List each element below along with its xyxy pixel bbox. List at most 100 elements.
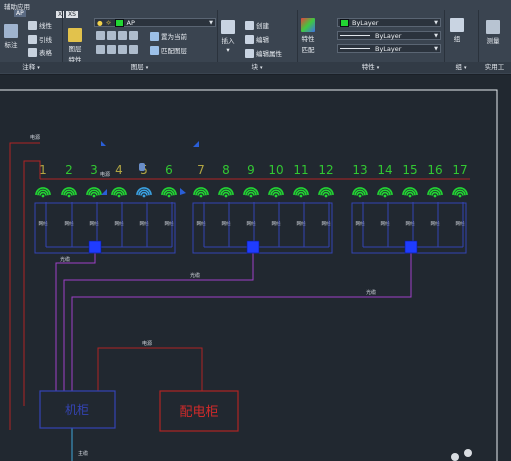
annotation-panel-label[interactable]: 注释 ▾ [0,62,63,73]
insert-button[interactable]: 插入 ▾ [221,20,235,54]
linetype-dropdown[interactable]: ByLayer ▼ [337,31,441,40]
ap-number: 1 [39,163,47,177]
wifi-icon[interactable] [67,194,71,198]
wifi-icon[interactable] [92,194,96,198]
power-label-bus: 电源 [100,171,110,178]
network-drop-label: 网线 [272,220,281,227]
direction-marker [101,189,107,195]
wifi-icon[interactable] [167,194,171,198]
network-cable-2 [63,247,254,391]
chevron-down-icon: ▼ [434,46,438,52]
network-drop-label: 网线 [140,220,149,227]
wifi-icon[interactable] [324,194,328,198]
button-label: 匹配 [301,46,315,54]
network-drop-label: 网线 [90,220,99,227]
linetype-value: ByLayer [375,31,402,40]
network-drop-label: 网线 [65,220,74,227]
table-button[interactable]: 表格 [28,47,52,57]
wifi-icon[interactable] [41,194,45,198]
wifi-icon[interactable] [249,194,253,198]
match-layer-button[interactable]: 匹配图层 [150,45,187,55]
button-label: 图层 [68,45,82,53]
edit-block-button[interactable]: 编辑 [245,34,269,44]
layer-tool-icon[interactable] [129,31,138,40]
fiber-label-1: 光缆 [60,256,70,263]
chevron-down-icon: ▾ [145,65,149,71]
layers-panel: 图层 特性 ● ☼ AP ▼ 置为当前 匹配图层 [62,10,218,64]
group-button[interactable]: 组 [450,18,464,43]
button-label: 插入 [221,37,235,45]
network-switch[interactable] [88,240,102,254]
color-value: ByLayer [352,18,379,27]
insert-block-icon [221,20,235,34]
sun-icon: ☼ [105,18,112,27]
network-switch[interactable] [246,240,260,254]
network-drop-label: 网线 [222,220,231,227]
layer-tool-icon[interactable] [129,45,138,54]
button-label: 引线 [39,36,52,44]
layer-dropdown[interactable]: ● ☼ AP ▼ [94,18,216,27]
layer-tool-icon[interactable] [118,45,127,54]
measure-button[interactable]: 测量 [486,20,500,45]
wifi-icon[interactable] [142,194,146,198]
ap-number: 7 [197,163,205,177]
layer-tool-icon[interactable] [107,31,116,40]
network-drop-label: 网线 [39,220,48,227]
wifi-icon[interactable] [199,194,203,198]
linear-button[interactable]: 线性 [28,20,52,30]
properties-panel-label[interactable]: 特性 ▾ [297,62,445,73]
edit-attributes-button[interactable]: 编辑属性 [245,48,282,58]
direction-marker [180,188,186,195]
layers-panel-label[interactable]: 图层 ▾ [62,62,218,73]
ap-number: 2 [65,163,73,177]
drawing-canvas[interactable]: 机柜 配电柜 电源 电源 电源 光缆 光缆 光缆 主缆 1 网线 2 网线 3 网线 4 网线… [0,75,511,461]
lightbulb-icon: ● [97,18,103,27]
ap-group-box [34,202,176,254]
wifi-icon[interactable] [433,194,437,198]
wifi-icon[interactable] [117,194,121,198]
measure-icon [486,20,500,34]
network-drop-label: 网线 [115,220,124,227]
power-line-left [9,142,40,430]
layer-properties-button[interactable]: 图层 特性 [68,28,82,64]
layer-tool-icon[interactable] [96,31,105,40]
button-label: 编辑属性 [256,50,282,58]
ribbon: 辅助应用 AP X XS 标注 线性 引线 表格 注释 ▾ 图层 特性 ● ☼ … [0,0,511,75]
wifi-icon[interactable] [224,194,228,198]
chevron-down-icon: ▾ [259,65,263,71]
wifi-icon[interactable] [358,194,362,198]
create-block-button[interactable]: 创建 [245,20,269,30]
wifi-icon[interactable] [458,194,462,198]
layer-tool-icons-row2 [96,45,138,54]
color-wheel-icon [301,18,315,32]
power-label-top: 电源 [30,134,40,141]
layer-tool-icon[interactable] [96,45,105,54]
network-switch[interactable] [404,240,418,254]
wifi-icon[interactable] [408,194,412,198]
block-panel-label[interactable]: 块 ▾ [217,62,298,73]
panel-label-text: 组 [455,63,462,71]
leader-icon [28,34,37,44]
ap-number: 3 [90,163,98,177]
power-line-inner [23,160,41,406]
layer-tool-icon[interactable] [107,45,116,54]
wifi-icon[interactable] [274,194,278,198]
wifi-icon[interactable] [299,194,303,198]
panel-label-text: 特性 [361,63,375,71]
ap-number: 14 [377,163,392,177]
lineweight-dropdown[interactable]: ByLayer ▼ [337,44,441,53]
dimension-button[interactable]: 标注 [4,24,18,49]
button-label: 编辑 [256,36,269,44]
network-drop-label: 网线 [322,220,331,227]
groups-panel-label[interactable]: 组 ▾ [444,62,479,73]
layer-tool-icon[interactable] [118,31,127,40]
utilities-panel-label[interactable]: 实用工 [478,62,511,73]
ap-number: 15 [402,163,417,177]
set-current-button[interactable]: 置为当前 [150,31,187,41]
match-layer-icon [150,45,159,55]
color-dropdown[interactable]: ByLayer ▼ [337,18,441,27]
wifi-icon[interactable] [383,194,387,198]
ap-number: 12 [318,163,333,177]
leader-button[interactable]: 引线 [28,34,52,44]
properties-button[interactable]: 特性 匹配 [301,18,315,54]
